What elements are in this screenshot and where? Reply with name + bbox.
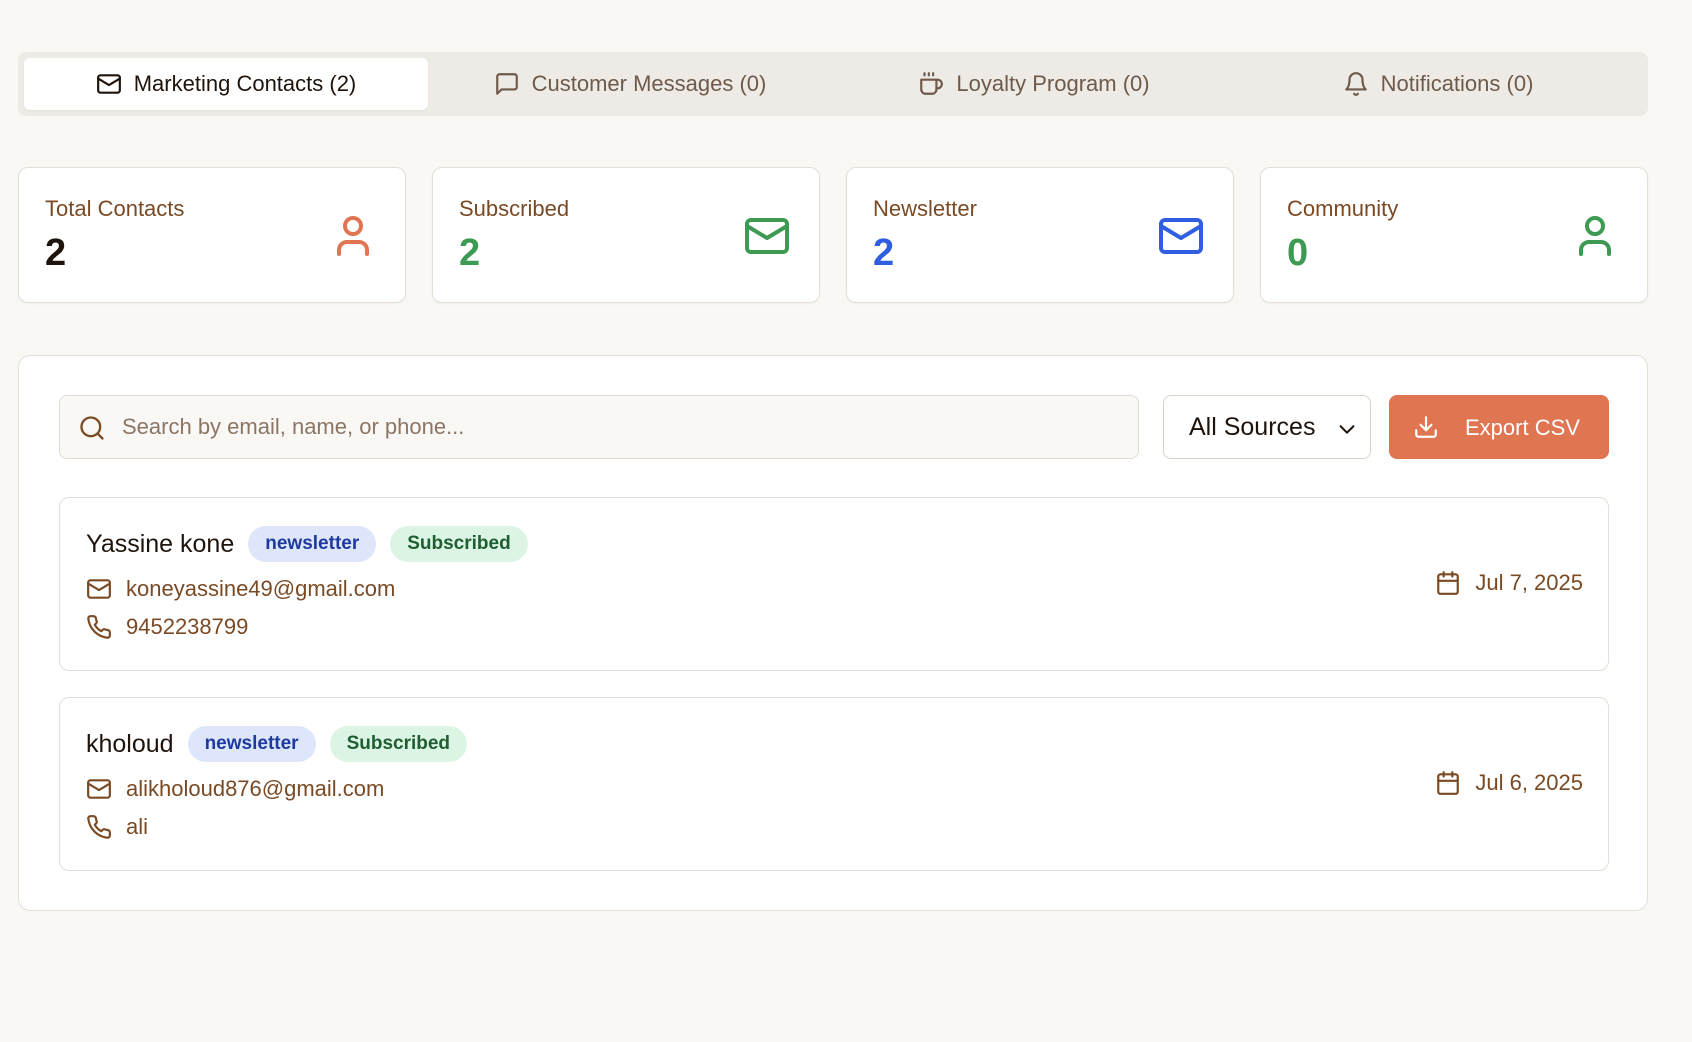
contact-email-row: koneyassine49@gmail.com (86, 576, 395, 602)
mail-icon (745, 218, 789, 254)
contact-phone-row: ali (86, 814, 148, 840)
export-csv-label: Export CSV (1465, 415, 1580, 440)
source-badge: newsletter (248, 526, 377, 562)
contact-phone: 9452238799 (126, 614, 249, 639)
stats-row: Total Contacts 2 Subscribed 2 Newsletter… (18, 167, 1648, 303)
contact-name: kholoud (86, 729, 174, 758)
tab-label: Marketing Contacts (2) (133, 71, 357, 96)
stat-label: Community (1287, 196, 1399, 221)
source-filter-select[interactable]: All Sources (1163, 395, 1371, 459)
contacts-panel: All Sources Export CSV Yassine kone news… (18, 355, 1648, 911)
status-badge: Subscribed (390, 526, 528, 562)
contact-header: kholoud newsletter Subscribed (86, 726, 468, 762)
bell-icon (1344, 72, 1367, 96)
contact-header: Yassine kone newsletter Subscribed (86, 526, 528, 562)
chevron-down-icon (1339, 425, 1355, 434)
scrollbar[interactable] (1678, 0, 1692, 1042)
mail-icon (87, 779, 111, 799)
stat-value: 2 (45, 232, 67, 274)
tab-customer-messages[interactable]: Customer Messages (0) (428, 58, 832, 110)
stat-card-total-contacts: Total Contacts 2 (18, 167, 406, 303)
contact-card[interactable]: kholoud newsletter Subscribed alikholoud… (59, 697, 1609, 871)
contact-date: Jul 6, 2025 (1475, 770, 1583, 795)
stat-card-newsletter: Newsletter 2 (846, 167, 1234, 303)
stat-card-subscribed: Subscribed 2 (432, 167, 820, 303)
contact-email: koneyassine49@gmail.com (126, 576, 396, 601)
calendar-icon (1437, 771, 1460, 795)
tab-marketing-contacts[interactable]: Marketing Contacts (2) (24, 58, 428, 110)
export-csv-button[interactable]: Export CSV (1389, 395, 1609, 459)
coffee-icon (920, 72, 944, 95)
tab-label: Notifications (0) (1380, 71, 1534, 96)
user-icon (1579, 216, 1611, 256)
tab-loyalty-program[interactable]: Loyalty Program (0) (832, 58, 1236, 110)
contact-name: Yassine kone (86, 529, 235, 558)
stat-label: Total Contacts (45, 196, 185, 221)
tab-label: Loyalty Program (0) (956, 71, 1150, 96)
download-icon (1415, 416, 1437, 438)
contact-phone: ali (126, 814, 149, 839)
stat-value: 2 (459, 232, 481, 274)
status-badge: Subscribed (329, 726, 468, 762)
contact-card[interactable]: Yassine kone newsletter Subscribed koney… (59, 497, 1609, 671)
stat-card-community: Community 0 (1260, 167, 1648, 303)
phone-icon (87, 815, 111, 839)
stat-label: Newsletter (873, 196, 977, 221)
tab-notifications[interactable]: Notifications (0) (1236, 58, 1640, 110)
user-icon (337, 216, 369, 256)
message-square-icon (495, 73, 518, 95)
mail-icon (87, 579, 111, 599)
search-icon (80, 416, 104, 440)
contact-date-row: Jul 7, 2025 (1435, 570, 1583, 596)
contact-date-row: Jul 6, 2025 (1435, 770, 1583, 796)
contact-phone-row: 9452238799 (86, 614, 248, 640)
source-badge: newsletter (187, 726, 316, 762)
tab-label: Customer Messages (0) (531, 71, 767, 96)
phone-icon (87, 615, 111, 639)
contact-email: alikholoud876@gmail.com (126, 776, 385, 801)
tab-bar: Marketing Contacts (2) Customer Messages… (18, 52, 1648, 116)
stat-value: 2 (873, 232, 895, 274)
mail-icon (96, 74, 121, 94)
calendar-icon (1437, 571, 1460, 595)
stat-value: 0 (1287, 232, 1309, 274)
mail-icon (1159, 218, 1203, 254)
contact-email-row: alikholoud876@gmail.com (86, 776, 384, 802)
source-filter-value: All Sources (1189, 412, 1316, 441)
stat-label: Subscribed (459, 196, 570, 221)
search-box (59, 395, 1139, 459)
contact-date: Jul 7, 2025 (1475, 570, 1583, 595)
search-input[interactable] (122, 396, 1122, 458)
